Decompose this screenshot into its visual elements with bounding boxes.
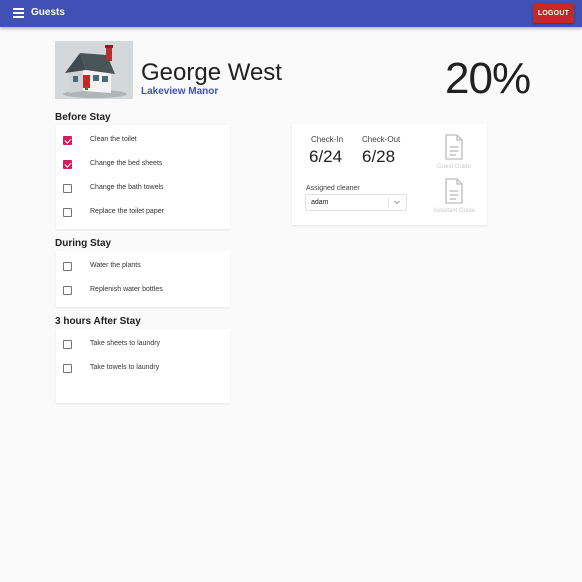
task-item[interactable]: Replenish water bottles (63, 284, 223, 298)
section-title-during-stay: During Stay (55, 238, 112, 249)
assistant-guide-label: Assistant Guide (432, 208, 476, 214)
task-label: Replace the toilet paper (90, 208, 164, 215)
guest-guide-link[interactable]: Guest Guide (424, 134, 484, 178)
app-bar: Guests LOGOUT (0, 0, 582, 27)
section-title-after-stay: 3 hours After Stay (55, 316, 141, 327)
task-item[interactable]: Change the bed sheets (63, 158, 223, 172)
task-label: Water the plants (90, 262, 141, 269)
task-item[interactable]: Replace the toilet paper (63, 206, 223, 220)
document-icon (445, 134, 463, 160)
checkbox[interactable] (63, 364, 72, 373)
chevron-down-icon[interactable] (393, 198, 401, 206)
task-label: Take sheets to laundry (90, 340, 161, 347)
checkbox[interactable] (63, 208, 72, 217)
property-name-link[interactable]: Lakeview Manor (141, 86, 218, 97)
task-item[interactable]: Take sheets to laundry (63, 338, 223, 352)
checkbox[interactable] (63, 340, 72, 349)
select-divider (388, 198, 389, 208)
section-title-before-stay: Before Stay (55, 112, 111, 123)
check-in-date: 6/24 (309, 147, 343, 166)
task-item[interactable]: Change the bath towels (63, 182, 223, 196)
task-label: Change the bed sheets (90, 160, 163, 167)
task-label: Clean the toilet (90, 136, 137, 143)
checklist-card-before-stay: Clean the toilet Change the bed sheets C… (56, 125, 230, 229)
task-item[interactable]: Clean the toilet (63, 134, 223, 148)
property-image (55, 41, 133, 99)
checkbox[interactable] (63, 286, 72, 295)
progress-percent: 20% (445, 54, 531, 103)
stay-details-card: Check-In 6/24 Check-Out 6/28 Assigned cl… (292, 124, 487, 225)
assigned-cleaner-select[interactable]: adam (305, 194, 407, 211)
checkbox[interactable] (63, 184, 72, 193)
check-in-label: Check-In (311, 135, 344, 144)
guest-name: George West (141, 59, 282, 86)
checkbox-checked[interactable] (63, 136, 72, 145)
task-label: Take towels to laundry (90, 364, 160, 371)
assigned-cleaner-value: adam (311, 199, 329, 206)
assistant-guide-link[interactable]: Assistant Guide (424, 178, 484, 222)
checklist-card-after-stay: Take sheets to laundry Take towels to la… (56, 329, 230, 403)
house-image (55, 41, 133, 99)
task-item[interactable]: Water the plants (63, 260, 223, 274)
logout-button[interactable]: LOGOUT (533, 4, 574, 23)
checkbox[interactable] (63, 262, 72, 271)
task-label: Replenish water bottles (90, 286, 163, 293)
app-title: Guests (31, 7, 65, 18)
assigned-cleaner-label: Assigned cleaner (306, 185, 360, 192)
checkbox-checked[interactable] (63, 160, 72, 169)
guest-guide-label: Guest Guide (437, 164, 471, 170)
menu-icon[interactable] (13, 8, 24, 18)
document-icon (445, 178, 463, 204)
checklist-card-during-stay: Water the plants Replenish water bottles (56, 251, 230, 307)
check-out-label: Check-Out (362, 135, 401, 144)
task-item[interactable]: Take towels to laundry (63, 362, 223, 376)
check-out-date: 6/28 (362, 147, 396, 166)
task-label: Change the bath towels (90, 184, 164, 191)
